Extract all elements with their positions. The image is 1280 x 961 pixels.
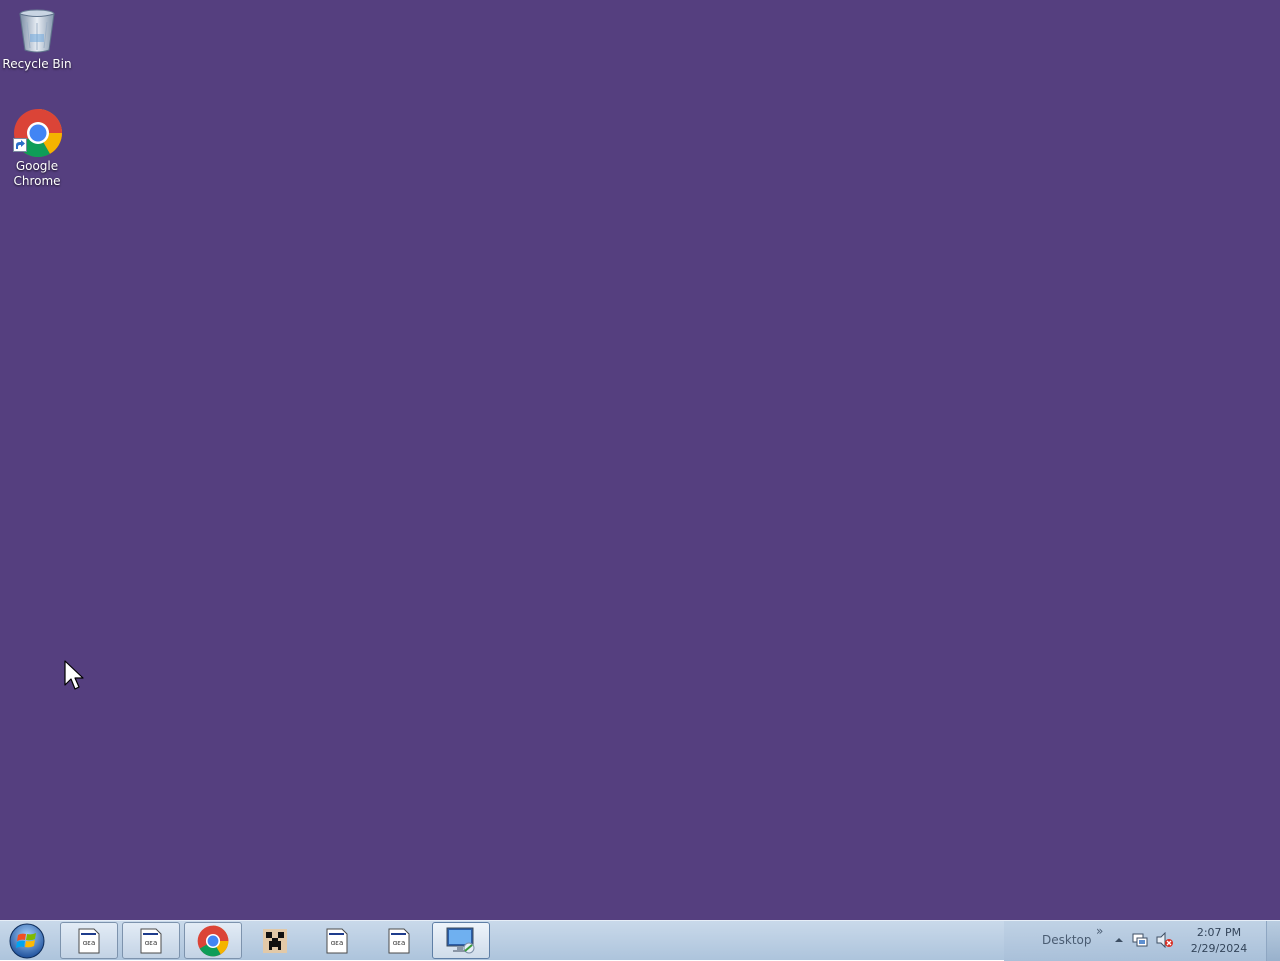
desktop-icon-google-chrome[interactable]: Google Chrome <box>0 108 74 189</box>
java-app-icon: ɑɛа <box>388 928 410 953</box>
svg-text:ɑɛа: ɑɛа <box>393 939 406 947</box>
network-icon[interactable] <box>1132 932 1148 948</box>
taskbar-button-java-app-4[interactable]: ɑɛа <box>370 922 428 959</box>
desktop[interactable]: Recycle Bin Google Chrome <box>0 0 1280 920</box>
svg-text:ɑɛа: ɑɛа <box>331 939 344 947</box>
chrome-icon <box>197 925 229 956</box>
desktop-icon-label: Google Chrome <box>13 159 61 188</box>
clock-time: 2:07 PM <box>1196 926 1242 939</box>
svg-text:ɑɛа: ɑɛа <box>83 939 96 947</box>
recycle-bin-icon <box>13 6 61 54</box>
volume-muted-icon[interactable] <box>1156 932 1174 948</box>
toolbar-chevron[interactable]: » <box>1096 924 1103 938</box>
clock-date: 2/29/2024 <box>1190 942 1248 955</box>
taskbar-button-java-app-2[interactable]: ɑɛа <box>122 922 180 959</box>
java-app-icon: ɑɛа <box>78 928 100 953</box>
notification-area: Desktop » 2:07 PM 2/29/2024 <box>1004 921 1266 961</box>
java-app-icon: ɑɛа <box>140 928 162 953</box>
taskbar-button-java-app-3[interactable]: ɑɛа <box>308 922 366 959</box>
remote-desktop-icon <box>446 927 475 953</box>
taskbar: ɑɛа ɑɛа ɑɛа ɑɛа Desktop » 2:07 PM 2/29/2… <box>0 920 1280 961</box>
java-app-icon: ɑɛа <box>326 928 348 953</box>
show-desktop-button[interactable] <box>1266 921 1280 961</box>
svg-text:ɑɛа: ɑɛа <box>145 939 158 947</box>
start-button[interactable] <box>2 922 52 960</box>
taskbar-button-remote-desktop[interactable] <box>432 922 490 959</box>
windows-start-orb-icon <box>9 923 45 959</box>
desktop-icon-recycle-bin[interactable]: Recycle Bin <box>0 6 74 72</box>
chrome-icon <box>13 108 63 158</box>
taskbar-button-minecraft[interactable] <box>246 922 304 959</box>
shortcut-arrow-icon <box>13 138 27 152</box>
taskbar-clock[interactable]: 2:07 PM 2/29/2024 <box>1182 925 1256 957</box>
taskbar-button-java-app-1[interactable]: ɑɛа <box>60 922 118 959</box>
taskbar-button-chrome[interactable] <box>184 922 242 959</box>
desktop-icon-label: Recycle Bin <box>2 57 72 71</box>
mouse-pointer-icon <box>64 660 84 690</box>
show-hidden-icons-icon[interactable] <box>1114 935 1124 945</box>
desktop-toolbar-label[interactable]: Desktop <box>1042 933 1092 947</box>
minecraft-icon <box>263 928 287 953</box>
